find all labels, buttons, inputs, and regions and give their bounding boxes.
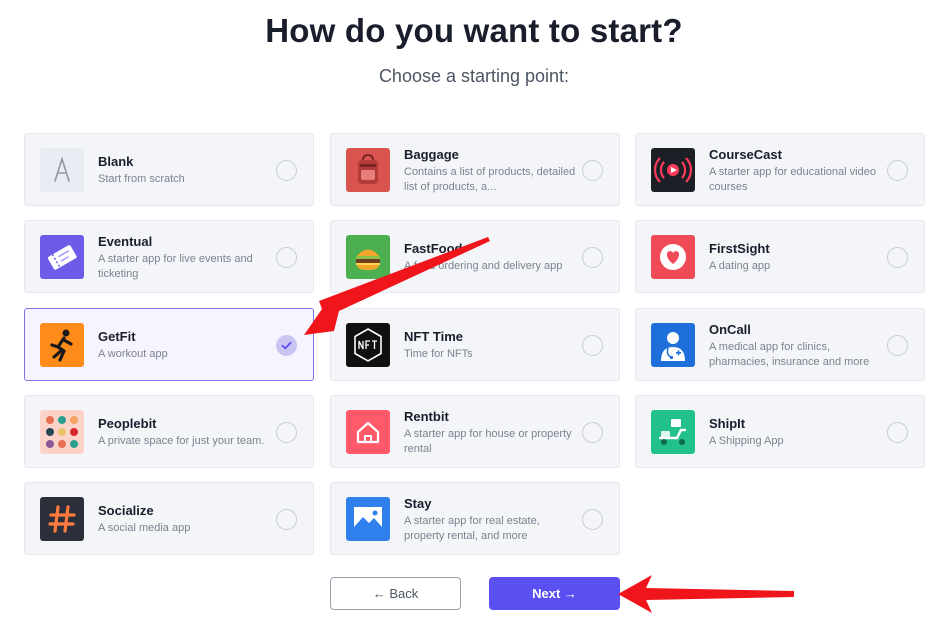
page-title: How do you want to start? (265, 12, 683, 49)
template-radio[interactable] (276, 509, 297, 530)
runner-icon (40, 323, 84, 367)
template-name: Socialize (98, 503, 154, 518)
template-desc: A dating app (709, 260, 771, 272)
template-card-oncall[interactable]: OnCall A medical app for clinics, pharmac… (635, 308, 925, 381)
template-grid: Blank Start from scratch Baggage Contains … (24, 133, 926, 557)
template-name: FastFood (404, 241, 463, 256)
hashtag-icon (40, 497, 84, 541)
template-desc: A social media app (98, 522, 191, 534)
template-desc: A starter app for live events and ticket… (98, 252, 253, 280)
template-radio-checked[interactable] (276, 335, 297, 356)
template-card-stay[interactable]: Stay A starter app for real estate, prope… (330, 482, 620, 555)
delivery-scooter-icon (651, 410, 695, 454)
template-radio[interactable] (887, 160, 908, 181)
burger-icon (346, 235, 390, 279)
template-desc: A private space for just your team. (98, 435, 265, 447)
template-radio[interactable] (582, 160, 603, 181)
template-desc: A workout app (98, 348, 168, 360)
template-card-eventual[interactable]: Eventual A starter app for live events an… (24, 220, 314, 293)
template-name: Stay (404, 495, 432, 511)
ticket-icon (40, 235, 84, 279)
next-button[interactable]: Next → (489, 577, 620, 610)
template-desc: Contains a list of products, detailed li… (404, 165, 576, 193)
template-radio[interactable] (582, 509, 603, 530)
template-desc: Start from scratch (98, 173, 185, 185)
template-desc: A starter app for real estate, property … (404, 514, 540, 542)
template-card-nft-time[interactable]: NFT Time Time for NFTs (330, 308, 620, 381)
template-radio[interactable] (887, 422, 908, 443)
template-desc: A starter app for educational video cour… (709, 165, 876, 193)
template-radio[interactable] (887, 335, 908, 356)
template-radio[interactable] (276, 247, 297, 268)
template-name: GetFit (98, 329, 136, 344)
template-card-baggage[interactable]: Baggage Contains a list of products, deta… (330, 133, 620, 206)
heart-icon (651, 235, 695, 279)
template-radio[interactable] (887, 247, 908, 268)
house-icon (346, 410, 390, 454)
template-card-fastfood[interactable]: FastFood A food ordering and delivery app (330, 220, 620, 293)
template-radio[interactable] (582, 247, 603, 268)
template-name: Blank (98, 154, 134, 169)
template-name: ShipIt (709, 416, 746, 431)
template-desc: A starter app for house or property rent… (404, 427, 572, 455)
people-grid-icon (40, 410, 84, 454)
template-radio[interactable] (582, 422, 603, 443)
blank-a-icon (40, 148, 84, 192)
checkmark-icon (281, 341, 292, 350)
template-desc: A medical app for clinics, pharmacies, i… (709, 340, 870, 368)
annotation-arrow-to-next (618, 575, 794, 613)
template-radio[interactable] (276, 422, 297, 443)
template-radio[interactable] (582, 335, 603, 356)
mountain-image-icon (346, 497, 390, 541)
template-radio[interactable] (276, 160, 297, 181)
template-card-socialize[interactable]: Socialize A social media app (24, 482, 314, 555)
template-card-getfit[interactable]: GetFit A workout app (24, 308, 314, 381)
template-card-coursecast[interactable]: CourseCast A starter app for educational … (635, 133, 925, 206)
doctor-icon (651, 323, 695, 367)
template-name: CourseCast (709, 146, 782, 162)
template-name: Baggage (404, 146, 459, 162)
template-desc: A Shipping App (709, 435, 784, 447)
template-card-shipit[interactable]: ShipIt A Shipping App (635, 395, 925, 468)
template-name: Peoplebit (98, 416, 157, 431)
template-desc: Time for NFTs (404, 348, 473, 360)
template-card-peoplebit[interactable]: Peoplebit A private space for just your t… (24, 395, 314, 468)
template-name: NFT Time (404, 329, 463, 344)
template-name: Rentbit (404, 408, 449, 424)
template-card-rentbit[interactable]: Rentbit A starter app for house or proper… (330, 395, 620, 468)
template-name: OnCall (709, 321, 751, 337)
template-card-blank[interactable]: Blank Start from scratch (24, 133, 314, 206)
template-name: Eventual (98, 233, 153, 249)
broadcast-play-icon (651, 148, 695, 192)
backpack-icon (346, 148, 390, 192)
template-desc: A food ordering and delivery app (404, 260, 563, 272)
page-subtitle: Choose a starting point: (378, 66, 570, 86)
template-name: FirstSight (709, 241, 770, 256)
nft-badge-icon (346, 323, 390, 367)
back-button[interactable]: ← Back (330, 577, 461, 610)
template-card-firstsight[interactable]: FirstSight A dating app (635, 220, 925, 293)
